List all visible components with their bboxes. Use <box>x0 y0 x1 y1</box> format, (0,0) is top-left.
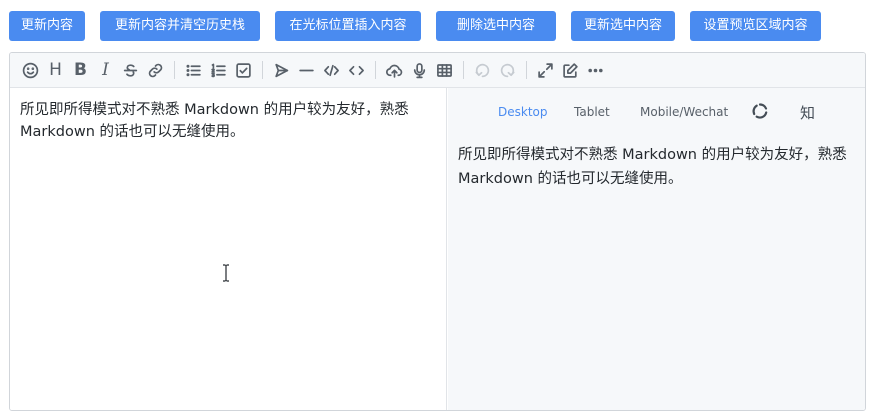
undo-icon[interactable] <box>470 58 495 83</box>
editor-content[interactable]: 所见即所得模式对不熟悉 Markdown 的用户较为友好，熟悉 Markdown… <box>20 99 440 143</box>
edit-mode-icon[interactable] <box>558 58 583 83</box>
table-icon[interactable] <box>432 58 457 83</box>
more-icon[interactable] <box>583 58 608 83</box>
italic-icon[interactable]: I <box>93 58 118 83</box>
editor-toolbar: H B I <box>10 53 865 88</box>
update-selection-button[interactable]: 更新选中内容 <box>571 11 675 41</box>
wysiwyg-edit-area[interactable]: 所见即所得模式对不熟悉 Markdown 的用户较为友好，熟悉 Markdown… <box>10 88 447 410</box>
zhihu-copy-button[interactable]: 知 <box>800 102 815 123</box>
preview-content: 所见即所得模式对不熟悉 Markdown 的用户较为友好，熟悉 Markdown… <box>458 147 847 187</box>
update-content-button[interactable]: 更新内容 <box>9 11 85 41</box>
toolbar-divider <box>526 61 527 79</box>
set-preview-content-button[interactable]: 设置预览区域内容 <box>690 11 821 41</box>
code-block-icon[interactable] <box>344 58 369 83</box>
wechat-copy-icon[interactable] <box>751 102 769 120</box>
check-list-icon[interactable] <box>231 58 256 83</box>
emoji-icon[interactable] <box>18 58 43 83</box>
quote-icon[interactable] <box>269 58 294 83</box>
toolbar-divider <box>174 61 175 79</box>
unordered-list-icon[interactable] <box>181 58 206 83</box>
tab-desktop[interactable]: Desktop <box>498 105 548 119</box>
record-icon[interactable] <box>407 58 432 83</box>
link-icon[interactable] <box>143 58 168 83</box>
text-cursor-icon <box>223 264 229 282</box>
ordered-list-icon[interactable] <box>206 58 231 83</box>
markdown-editor: H B I 所见即所得模式对不熟悉 Markdown 的用户较为友好，熟悉 Ma… <box>9 52 866 411</box>
bold-icon[interactable]: B <box>68 58 93 83</box>
tab-tablet[interactable]: Tablet <box>574 105 610 119</box>
preview-area: Desktop Tablet Mobile/Wechat 知 所见即所得模式对不… <box>448 88 865 410</box>
toolbar-divider <box>262 61 263 79</box>
delete-selection-button[interactable]: 删除选中内容 <box>436 11 556 41</box>
tab-mobile-wechat[interactable]: Mobile/Wechat <box>640 105 728 119</box>
inline-code-icon[interactable] <box>319 58 344 83</box>
upload-icon[interactable] <box>382 58 407 83</box>
toolbar-divider <box>463 61 464 79</box>
toolbar-divider <box>375 61 376 79</box>
fullscreen-icon[interactable] <box>533 58 558 83</box>
action-button-bar: 更新内容 更新内容并清空历史栈 在光标位置插入内容 删除选中内容 更新选中内容 … <box>9 11 821 41</box>
preview-device-nav: Desktop Tablet Mobile/Wechat 知 <box>448 88 865 136</box>
insert-at-cursor-button[interactable]: 在光标位置插入内容 <box>275 11 421 41</box>
heading-icon[interactable]: H <box>43 58 68 83</box>
update-and-clear-history-button[interactable]: 更新内容并清空历史栈 <box>100 11 260 41</box>
horizontal-rule-icon[interactable] <box>294 58 319 83</box>
redo-icon[interactable] <box>495 58 520 83</box>
strikethrough-icon[interactable] <box>118 58 143 83</box>
